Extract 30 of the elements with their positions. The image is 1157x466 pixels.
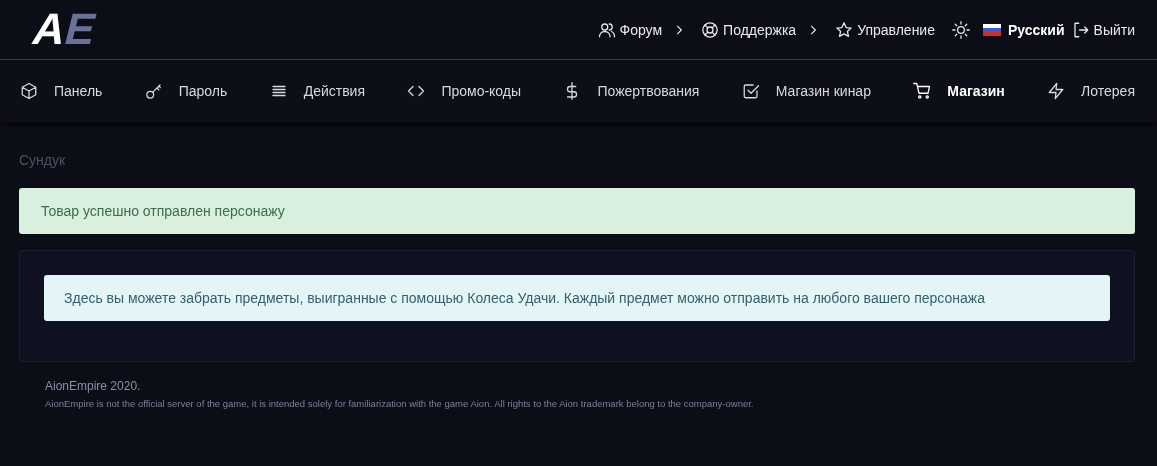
nav-item[interactable]: Пожертвования — [563, 82, 700, 100]
logout-link[interactable]: Выйти — [1071, 20, 1135, 39]
key-icon — [144, 82, 163, 100]
nav-item[interactable]: Пароль — [144, 82, 228, 100]
nav-item[interactable]: Действия — [269, 82, 365, 100]
top-link[interactable]: Форум — [597, 20, 695, 39]
cube-icon — [20, 82, 38, 100]
info-alert: Здесь вы можете забрать предметы, выигранные с помощью Колеса Удачи. Каждый предмет можно отправить на любого вашего персонажа — [44, 275, 1110, 321]
lightning-icon — [1047, 82, 1066, 100]
footer-note: AionEmpire is not the official server of the game, it is intended solely for familiarization with the game Aion. All rights to the Aion trademark belong to the company-owner. — [45, 398, 755, 409]
users-icon — [597, 20, 616, 39]
lifebuoy-icon — [701, 20, 720, 39]
success-alert: Товар успешно отправлен персонажу — [19, 188, 1135, 234]
top-link[interactable]: Управление — [835, 20, 935, 39]
footer-title: AionEmpire 2020. — [45, 379, 142, 393]
nav-item[interactable]: Лотерея — [1047, 82, 1135, 100]
nav-item[interactable]: Магазин — [913, 82, 1005, 100]
nav-item[interactable]: Панель — [20, 82, 103, 100]
top-link[interactable]: Поддержка — [701, 20, 829, 39]
flag-icon — [982, 23, 1001, 36]
logo[interactable]: AE — [18, 0, 117, 60]
nav-item[interactable]: Магазин кинар — [741, 82, 871, 100]
cart-icon — [913, 82, 932, 100]
breadcrumb: Сундук — [19, 152, 67, 168]
sun-icon[interactable] — [951, 20, 970, 39]
logout-icon — [1071, 20, 1090, 39]
checkbox-icon — [741, 82, 760, 100]
star-icon — [835, 20, 854, 39]
nav-item[interactable]: Промо-коды — [407, 82, 522, 100]
language-link[interactable]: Русский — [982, 21, 1065, 38]
